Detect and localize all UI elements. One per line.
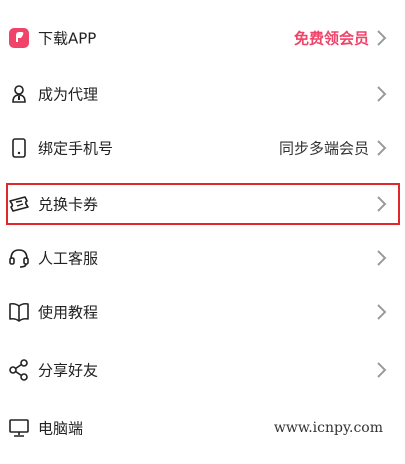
site-watermark: www.icnpy.com [273,420,383,436]
sync-vip-text: 同步多端会员 [278,139,369,158]
app-logo-icon [8,27,30,49]
menu-item-label: 分享好友 [38,361,99,380]
monitor-icon [8,417,30,439]
menu-item-desktop[interactable]: 电脑端 www.icnpy.com [0,408,405,448]
menu-item-label: 电脑端 [38,419,84,438]
chevron-right-icon [377,304,387,320]
menu-item-label: 下载APP [38,29,97,48]
menu-item-tutorial[interactable]: 使用教程 [0,292,405,332]
menu-item-share-friends[interactable]: 分享好友 [0,350,405,390]
account-menu: 下载APP 免费领会员 成为代理 绑定手机号 同步多端会员 兑换卡券 人工客服 … [0,0,405,464]
chevron-right-icon [377,30,387,46]
chevron-right-icon [377,86,387,102]
menu-item-label: 兑换卡券 [38,195,99,214]
ticket-icon [8,193,30,215]
menu-item-bind-phone[interactable]: 绑定手机号 同步多端会员 [0,128,405,168]
book-icon [8,301,30,323]
chevron-right-icon [377,362,387,378]
phone-icon [8,137,30,159]
menu-item-become-agent[interactable]: 成为代理 [0,74,405,114]
headset-icon [8,247,30,269]
menu-item-customer-service[interactable]: 人工客服 [0,238,405,278]
free-vip-promo: 免费领会员 [293,29,369,48]
chevron-right-icon [377,196,387,212]
agent-icon [8,83,30,105]
menu-item-label: 绑定手机号 [38,139,114,158]
menu-item-download-app[interactable]: 下载APP 免费领会员 [0,18,405,58]
chevron-right-icon [377,140,387,156]
menu-item-label: 人工客服 [38,249,99,268]
share-icon [8,359,30,381]
chevron-right-icon [377,250,387,266]
menu-item-label: 使用教程 [38,303,99,322]
menu-item-label: 成为代理 [38,85,99,104]
menu-item-redeem-voucher[interactable]: 兑换卡券 [0,184,405,224]
